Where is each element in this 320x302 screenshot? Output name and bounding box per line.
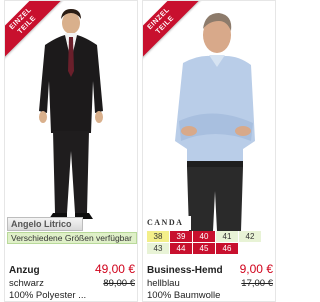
product-old-price: 17,00 €: [241, 278, 273, 289]
product-info: Business-Hemd hellblau 100% Baumwolle 9,…: [147, 262, 273, 301]
brand-label: Angelo Litrico: [7, 217, 83, 231]
availability-note: Verschiedene Größen verfügbar: [7, 232, 137, 244]
product-card-shirt[interactable]: EINZEL TEILE CANDA 38 39 40 41 42 43 44 …: [142, 0, 276, 302]
product-color: schwarz: [9, 278, 44, 289]
product-info: Anzug schwarz 100% Polyester ... 49,00 €…: [9, 262, 135, 301]
product-color: hellblau: [147, 278, 180, 289]
product-name[interactable]: Anzug: [9, 265, 40, 276]
product-price: 9,00 €: [239, 262, 273, 276]
size-option[interactable]: 41: [216, 231, 238, 242]
size-option[interactable]: 42: [239, 231, 261, 242]
product-price: 49,00 €: [94, 262, 135, 276]
product-material: 100% Baumwolle: [147, 290, 221, 301]
size-option[interactable]: 44: [170, 243, 192, 254]
size-option[interactable]: 40: [193, 231, 215, 242]
size-option[interactable]: 39: [170, 231, 192, 242]
size-option[interactable]: 46: [216, 243, 238, 254]
product-card-suit[interactable]: EINZEL TEILE Angelo Litrico Verschiedene…: [4, 0, 138, 302]
product-name[interactable]: Business-Hemd: [147, 265, 223, 276]
size-option[interactable]: 38: [147, 231, 169, 242]
size-option[interactable]: 45: [193, 243, 215, 254]
product-material: 100% Polyester ...: [9, 290, 87, 301]
product-old-price: 89,00 €: [103, 278, 135, 289]
size-option[interactable]: 43: [147, 243, 169, 254]
size-grid: 38 39 40 41 42 43 44 45 46: [146, 230, 262, 255]
brand-label: CANDA: [147, 216, 191, 230]
